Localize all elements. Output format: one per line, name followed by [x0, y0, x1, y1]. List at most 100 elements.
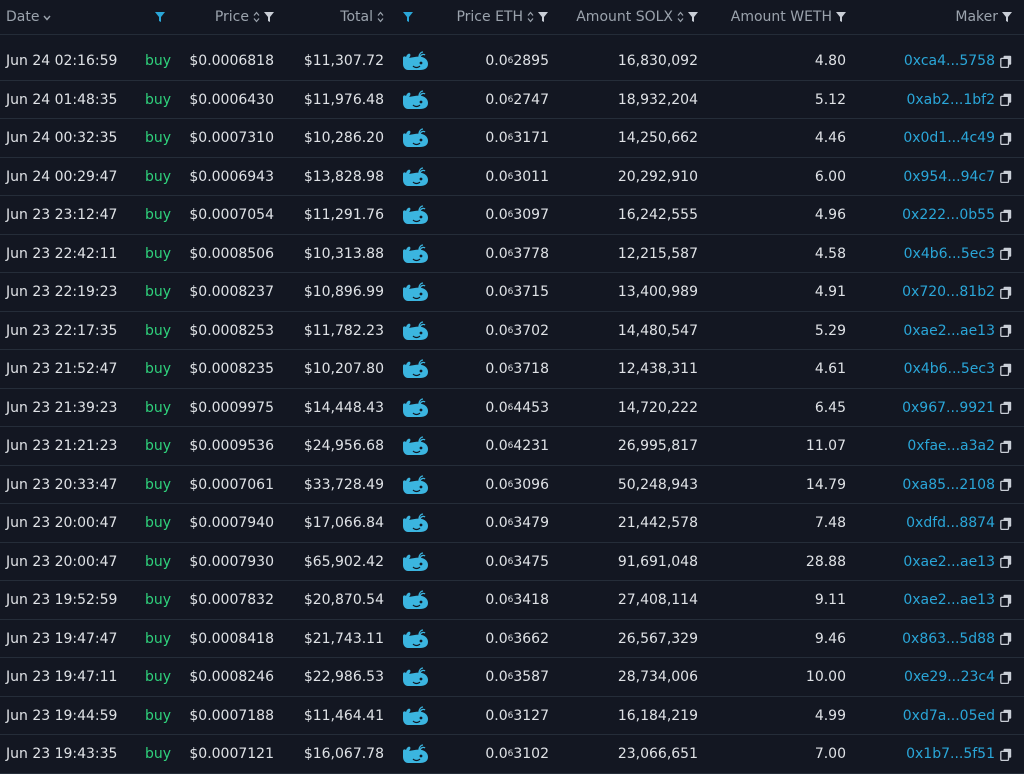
maker-link[interactable]: 0x4b6...5ec3 — [904, 361, 995, 377]
maker-link[interactable]: 0xae2...ae13 — [903, 554, 995, 570]
header-total[interactable]: Total — [300, 6, 384, 28]
trade-date: Jun 23 22:42:11 — [6, 245, 118, 262]
table-row[interactable]: Jun 23 21:21:23 buy $0.0009536 $24,956.6… — [0, 427, 1024, 466]
copy-icon[interactable] — [1000, 517, 1012, 530]
copy-icon[interactable] — [1000, 401, 1012, 414]
header-maker[interactable]: Maker — [900, 6, 1012, 28]
copy-icon[interactable] — [1000, 93, 1012, 106]
maker-link[interactable]: 0xae2...ae13 — [903, 592, 995, 608]
sort-icon[interactable] — [253, 11, 260, 23]
maker-link[interactable]: 0x222...0b55 — [902, 207, 995, 223]
filter-icon[interactable] — [155, 12, 165, 22]
trade-price: $0.0006943 — [189, 168, 274, 185]
table-row[interactable]: Jun 23 19:44:59 buy $0.0007188 $11,464.4… — [0, 697, 1024, 735]
trade-price-eth: 0.0 6 3702 — [485, 322, 549, 339]
table-row[interactable]: Jun 23 19:43:35 buy $0.0007121 $16,067.7… — [0, 735, 1024, 774]
maker-link[interactable]: 0xa85...2108 — [902, 477, 995, 493]
whale-icon — [401, 474, 429, 495]
table-row[interactable]: Jun 23 21:39:23 buy $0.0009975 $14,448.4… — [0, 389, 1024, 427]
copy-icon[interactable] — [1000, 55, 1012, 68]
trade-price: $0.0008246 — [189, 669, 274, 685]
table-body: Jun 24 02:16:59 buy $0.0006818 $11,307.7… — [0, 42, 1024, 774]
copy-icon[interactable] — [1000, 709, 1012, 722]
filter-icon[interactable] — [1002, 12, 1012, 22]
maker-link[interactable]: 0xae2...ae13 — [903, 323, 995, 339]
maker-link[interactable]: 0x1b7...5f51 — [906, 746, 995, 762]
copy-icon[interactable] — [1000, 478, 1012, 491]
table-row[interactable]: Jun 23 19:47:11 buy $0.0008246 $22,986.5… — [0, 658, 1024, 697]
header-price[interactable]: Price — [190, 6, 274, 28]
copy-icon[interactable] — [1000, 286, 1012, 299]
trade-date: Jun 23 22:19:23 — [6, 284, 118, 300]
whale-filter[interactable] — [403, 6, 413, 28]
chevron-down-icon[interactable] — [43, 9, 52, 25]
table-row[interactable]: Jun 23 20:33:47 buy $0.0007061 $33,728.4… — [0, 466, 1024, 504]
table-row[interactable]: Jun 24 01:48:35 buy $0.0006430 $11,976.4… — [0, 81, 1024, 119]
whale-icon-cell — [401, 735, 429, 773]
copy-icon[interactable] — [1000, 247, 1012, 260]
maker-link[interactable]: 0x863...5d88 — [902, 631, 995, 647]
copy-icon[interactable] — [1000, 363, 1012, 376]
trade-amount-weth: 7.48 — [814, 515, 846, 531]
trade-price-eth: 0.0 6 3662 — [485, 630, 549, 647]
maker-cell: 0xdfd...8874 — [870, 504, 1012, 542]
table-row[interactable]: Jun 23 22:42:11 buy $0.0008506 $10,313.8… — [0, 235, 1024, 273]
filter-icon[interactable] — [403, 12, 413, 22]
table-row[interactable]: Jun 24 00:32:35 buy $0.0007310 $10,286.2… — [0, 119, 1024, 158]
copy-icon[interactable] — [1000, 748, 1012, 761]
header-date[interactable]: Date — [6, 6, 52, 28]
sort-icon[interactable] — [377, 11, 384, 23]
maker-link[interactable]: 0xca4...5758 — [904, 53, 995, 69]
copy-icon[interactable] — [1000, 324, 1012, 337]
maker-cell: 0x720...81b2 — [870, 273, 1012, 311]
maker-link[interactable]: 0xab2...1bf2 — [906, 92, 995, 108]
header-amount-weth[interactable]: Amount WETH — [706, 6, 846, 28]
table-row[interactable]: Jun 23 22:19:23 buy $0.0008237 $10,896.9… — [0, 273, 1024, 312]
maker-link[interactable]: 0x967...9921 — [902, 400, 995, 416]
maker-link[interactable]: 0xd7a...05ed — [903, 708, 995, 724]
table-row[interactable]: Jun 23 19:47:47 buy $0.0008418 $21,743.1… — [0, 620, 1024, 658]
copy-icon[interactable] — [1000, 632, 1012, 645]
trade-date: Jun 23 21:21:23 — [6, 438, 118, 454]
table-row[interactable]: Jun 23 21:52:47 buy $0.0008235 $10,207.8… — [0, 350, 1024, 389]
copy-icon[interactable] — [1000, 555, 1012, 568]
trade-amount-solx: 13,400,989 — [617, 284, 698, 300]
maker-cell: 0xab2...1bf2 — [870, 81, 1012, 119]
maker-link[interactable]: 0xfae...a3a2 — [907, 438, 995, 454]
copy-icon[interactable] — [1000, 170, 1012, 183]
maker-link[interactable]: 0x954...94c7 — [903, 169, 995, 185]
filter-icon[interactable] — [688, 12, 698, 22]
filter-icon[interactable] — [264, 12, 274, 22]
header-amount-solx[interactable]: Amount SOLX — [560, 6, 698, 28]
table-row[interactable]: Jun 23 23:12:47 buy $0.0007054 $11,291.7… — [0, 196, 1024, 235]
copy-icon[interactable] — [1000, 132, 1012, 145]
maker-link[interactable]: 0xe29...23c4 — [904, 669, 995, 685]
maker-link[interactable]: 0x720...81b2 — [902, 284, 995, 300]
table-row[interactable]: Jun 23 20:00:47 buy $0.0007930 $65,902.4… — [0, 543, 1024, 581]
maker-link[interactable]: 0x0d1...4c49 — [903, 130, 995, 146]
trade-amount-weth: 10.00 — [805, 669, 846, 685]
copy-icon[interactable] — [1000, 209, 1012, 222]
type-filter[interactable] — [155, 6, 165, 28]
filter-icon[interactable] — [538, 12, 548, 22]
copy-icon[interactable] — [1000, 671, 1012, 684]
table-row[interactable]: Jun 24 00:29:47 buy $0.0006943 $13,828.9… — [0, 158, 1024, 196]
trade-amount-weth: 4.80 — [814, 53, 846, 69]
table-row[interactable]: Jun 24 02:16:59 buy $0.0006818 $11,307.7… — [0, 42, 1024, 81]
trade-price: $0.0006430 — [189, 91, 274, 108]
sort-icon[interactable] — [677, 11, 684, 23]
copy-icon[interactable] — [1000, 440, 1012, 453]
filter-icon[interactable] — [836, 12, 846, 22]
trade-amount-solx: 28,734,006 — [617, 669, 698, 685]
table-row[interactable]: Jun 23 19:52:59 buy $0.0007832 $20,870.5… — [0, 581, 1024, 620]
header-price-eth[interactable]: Price ETH — [440, 6, 548, 28]
trade-total: $11,976.48 — [303, 91, 384, 108]
sort-icon[interactable] — [527, 11, 534, 23]
table-row[interactable]: Jun 23 20:00:47 buy $0.0007940 $17,066.8… — [0, 504, 1024, 543]
trade-type: buy — [145, 168, 172, 185]
trade-amount-solx: 12,215,587 — [617, 245, 698, 262]
maker-link[interactable]: 0x4b6...5ec3 — [904, 246, 995, 262]
copy-icon[interactable] — [1000, 594, 1012, 607]
maker-link[interactable]: 0xdfd...8874 — [906, 515, 995, 531]
table-row[interactable]: Jun 23 22:17:35 buy $0.0008253 $11,782.2… — [0, 312, 1024, 350]
